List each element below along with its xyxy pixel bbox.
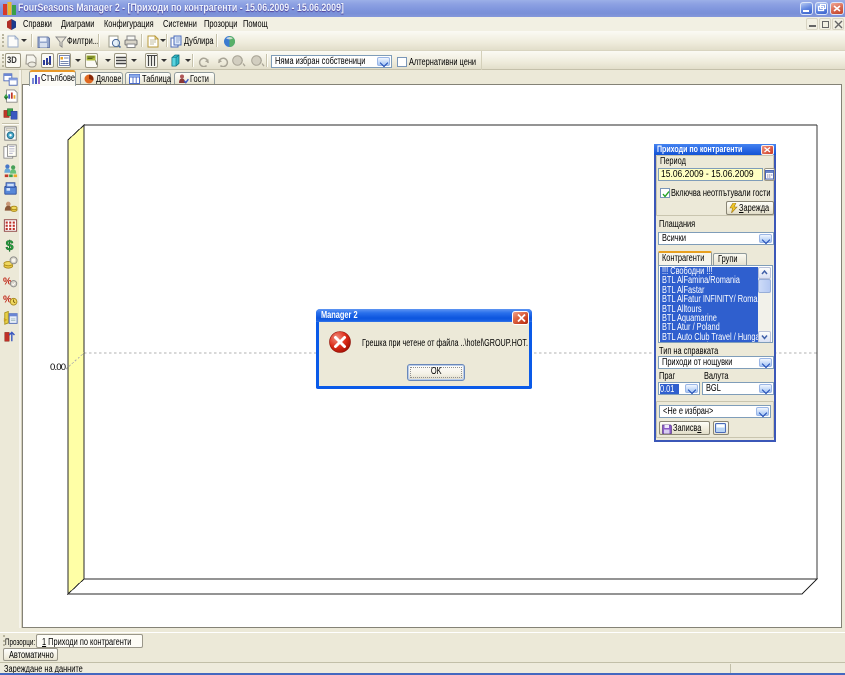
svg-text:$: $ <box>6 237 14 252</box>
svg-text:0.00: 0.00 <box>50 362 66 373</box>
